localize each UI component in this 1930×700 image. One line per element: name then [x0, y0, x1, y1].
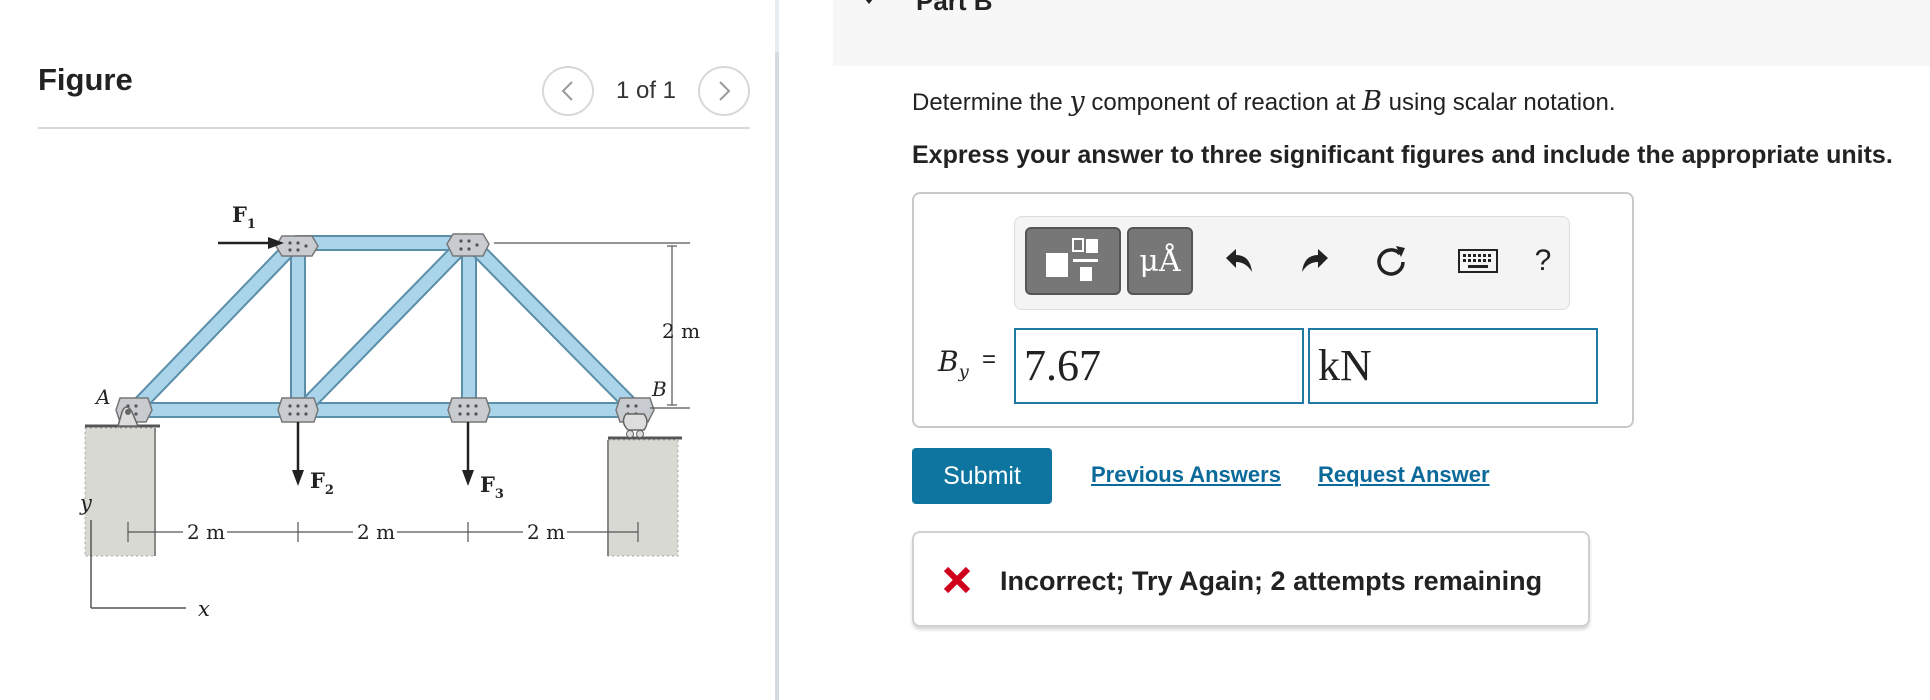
figure-pager: 1 of 1 [542, 66, 750, 116]
redo-icon [1302, 249, 1328, 272]
point-a-label: A [94, 385, 110, 409]
reset-button[interactable] [1371, 241, 1411, 281]
span-3-label: 2 m [527, 520, 565, 544]
keyboard-button[interactable] [1455, 241, 1501, 281]
axis-y-label: y [79, 491, 93, 515]
ground-support-right [607, 436, 682, 557]
panel-separator-top [775, 0, 779, 52]
question-text: Determine the y component of reaction at… [912, 86, 1616, 117]
redo-button[interactable] [1295, 241, 1335, 281]
pager-count: 1 of 1 [615, 77, 677, 104]
templates-icon [1046, 238, 1098, 281]
span-2-label: 2 m [357, 520, 395, 544]
figure-divider [38, 127, 750, 129]
units-button-label: μÅ [1139, 243, 1181, 279]
height-dimension-label: 2 m [662, 319, 700, 343]
truss-diagram: A B F1 F2 F3 2 m 2 m 2 m 2 m y x [79, 202, 700, 621]
part-header[interactable]: Part B [833, 0, 1930, 66]
force-f1-arrow [218, 237, 284, 249]
span-1-label: 2 m [187, 520, 225, 544]
force-f1-label: F1 [232, 202, 256, 232]
force-f3-arrow [462, 422, 474, 486]
question-text-after: using scalar notation. [1382, 89, 1616, 116]
chevron-left-icon [561, 81, 573, 101]
answer-box: μÅ ? By = 7.67 kN [912, 192, 1634, 428]
templates-button[interactable] [1025, 227, 1121, 295]
chevron-down-icon[interactable] [859, 0, 879, 6]
question-var-y: y [1069, 86, 1085, 117]
ground-support-left [84, 424, 160, 557]
keyboard-icon [1458, 249, 1498, 273]
reset-icon [1377, 246, 1405, 276]
previous-answers-link[interactable]: Previous Answers [1091, 462, 1281, 488]
answer-value-input[interactable]: 7.67 [1014, 328, 1304, 404]
feedback-box: Incorrect; Try Again; 2 attempts remaini… [912, 531, 1590, 627]
truss-members [127, 235, 640, 418]
answer-unit-input[interactable]: kN [1308, 328, 1598, 404]
point-b-label: B [651, 377, 667, 401]
answer-instructions: Express your answer to three significant… [912, 141, 1893, 169]
next-figure-button[interactable] [698, 66, 750, 116]
force-f2-label: F2 [310, 468, 334, 498]
figure-title: Figure [38, 62, 133, 97]
question-text-before: Determine the [912, 89, 1070, 116]
part-title: Part B [916, 0, 993, 16]
chevron-right-icon [719, 81, 731, 101]
help-button[interactable]: ? [1523, 241, 1563, 281]
units-button[interactable]: μÅ [1127, 227, 1193, 295]
undo-icon [1226, 249, 1252, 272]
question-text-middle: component of reaction at [1084, 89, 1363, 116]
feedback-message: Incorrect; Try Again; 2 attempts remaini… [1000, 566, 1543, 596]
force-f3-label: F3 [480, 472, 504, 502]
submit-button[interactable]: Submit [912, 448, 1052, 504]
answer-equals: = [982, 346, 997, 373]
request-answer-link[interactable]: Request Answer [1318, 462, 1490, 488]
panel-separator [775, 0, 779, 700]
answer-variable: By [938, 345, 969, 383]
equation-toolbar: μÅ ? [1014, 216, 1570, 310]
force-f2-arrow [292, 422, 304, 486]
undo-button[interactable] [1219, 241, 1259, 281]
previous-figure-button[interactable] [542, 66, 594, 116]
question-var-b: B [1362, 86, 1383, 117]
figure-panel: Figure 1 of 1 A B F1 F2 F3 2 m 2 m 2 m 2… [0, 0, 778, 700]
incorrect-x-icon [943, 566, 971, 594]
axis-x-label: x [198, 597, 210, 621]
roller-support-b [622, 413, 648, 438]
